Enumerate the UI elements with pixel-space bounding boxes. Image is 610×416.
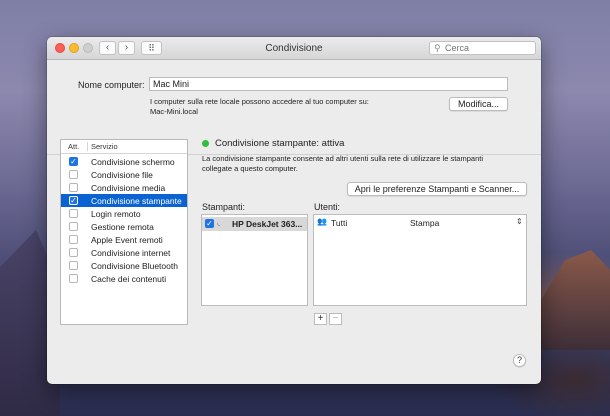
service-checkbox[interactable]: ✓ [69,157,78,166]
wallpaper-island [535,250,610,350]
service-row[interactable]: Cache dei contenuti [61,272,187,285]
service-checkbox[interactable] [69,170,78,179]
status-indicator-dot [202,140,209,147]
services-header: Att. Servizio [61,140,187,154]
service-row[interactable]: ✓ Condivisione schermo [61,155,187,168]
printer-name: HP DeskJet 363... [232,219,303,229]
sharing-window: ‹ › ⠿ Condivisione ⚲ Nome computer: I co… [47,37,541,384]
user-row[interactable]: 👥 Tutti Stampa ⇕ [314,216,526,230]
user-name: Tutti [331,218,348,228]
service-row[interactable]: Condivisione Bluetooth [61,259,187,272]
status-text: Condivisione stampante: attiva [215,138,345,149]
remove-user-button[interactable]: − [329,313,342,325]
service-label: Gestione remota [91,222,154,232]
description-line1: La condivisione stampante consente ad al… [202,154,483,163]
service-label: Condivisione media [91,183,166,193]
service-label: Condivisione schermo [91,157,175,167]
header-on: Att. [68,142,80,151]
service-row[interactable]: Gestione remota [61,220,187,233]
header-separator [87,142,88,151]
service-checkbox[interactable]: ✓ [69,196,78,205]
service-row[interactable]: Apple Event remoti [61,233,187,246]
users-list[interactable]: 👥 Tutti Stampa ⇕ [313,214,527,306]
users-group-icon: 👥 [317,217,327,226]
computer-info-line1: I computer sulla rete locale possono acc… [150,97,369,106]
service-row[interactable]: Condivisione media [61,181,187,194]
service-row[interactable]: ✓ Condivisione stampante [61,194,187,207]
computer-name-label: Nome computer: [78,80,145,90]
service-label: Login remoto [91,209,141,219]
service-row[interactable]: Condivisione file [61,168,187,181]
services-list[interactable]: Att. Servizio ✓ Condivisione schermo Condi… [60,139,188,325]
edit-button[interactable]: Modifica... [449,97,508,111]
service-label: Condivisione Bluetooth [91,261,178,271]
search-icon: ⚲ [434,43,441,53]
title-bar: ‹ › ⠿ Condivisione ⚲ [47,37,541,60]
printer-prefs-button[interactable]: Apri le preferenze Stampanti e Scanner..… [347,182,527,196]
service-checkbox[interactable] [69,235,78,244]
description-line2: collegate a questo computer. [202,164,298,173]
printers-list[interactable]: ✓ ◟ HP DeskJet 363... [201,214,308,306]
service-label: Condivisione stampante [91,196,182,206]
printer-checkbox[interactable]: ✓ [205,219,214,228]
computer-address: Mac-Mini.local [150,107,198,116]
service-label: Apple Event remoti [91,235,163,245]
service-checkbox[interactable] [69,261,78,270]
service-checkbox[interactable] [69,222,78,231]
service-checkbox[interactable] [69,274,78,283]
service-checkbox[interactable] [69,183,78,192]
computer-name-field[interactable] [149,77,508,91]
add-user-button[interactable]: + [314,313,327,325]
service-row[interactable]: Login remoto [61,207,187,220]
service-label: Condivisione file [91,170,153,180]
printer-icon: ◟ [217,218,221,227]
help-button[interactable]: ? [513,354,526,367]
printer-row[interactable]: ✓ ◟ HP DeskJet 363... [202,217,307,231]
printers-label: Stampanti: [202,202,246,212]
search-input[interactable] [445,42,530,54]
service-label: Cache dei contenuti [91,274,167,284]
service-checkbox[interactable] [69,248,78,257]
permission-updown-icon[interactable]: ⇕ [516,217,523,226]
users-label: Utenti: [314,202,341,212]
service-row[interactable]: Condivisione internet [61,246,187,259]
header-service: Servizio [91,142,118,151]
search-field[interactable]: ⚲ [429,41,536,55]
user-permission[interactable]: Stampa [410,218,439,228]
service-label: Condivisione internet [91,248,171,258]
service-checkbox[interactable] [69,209,78,218]
